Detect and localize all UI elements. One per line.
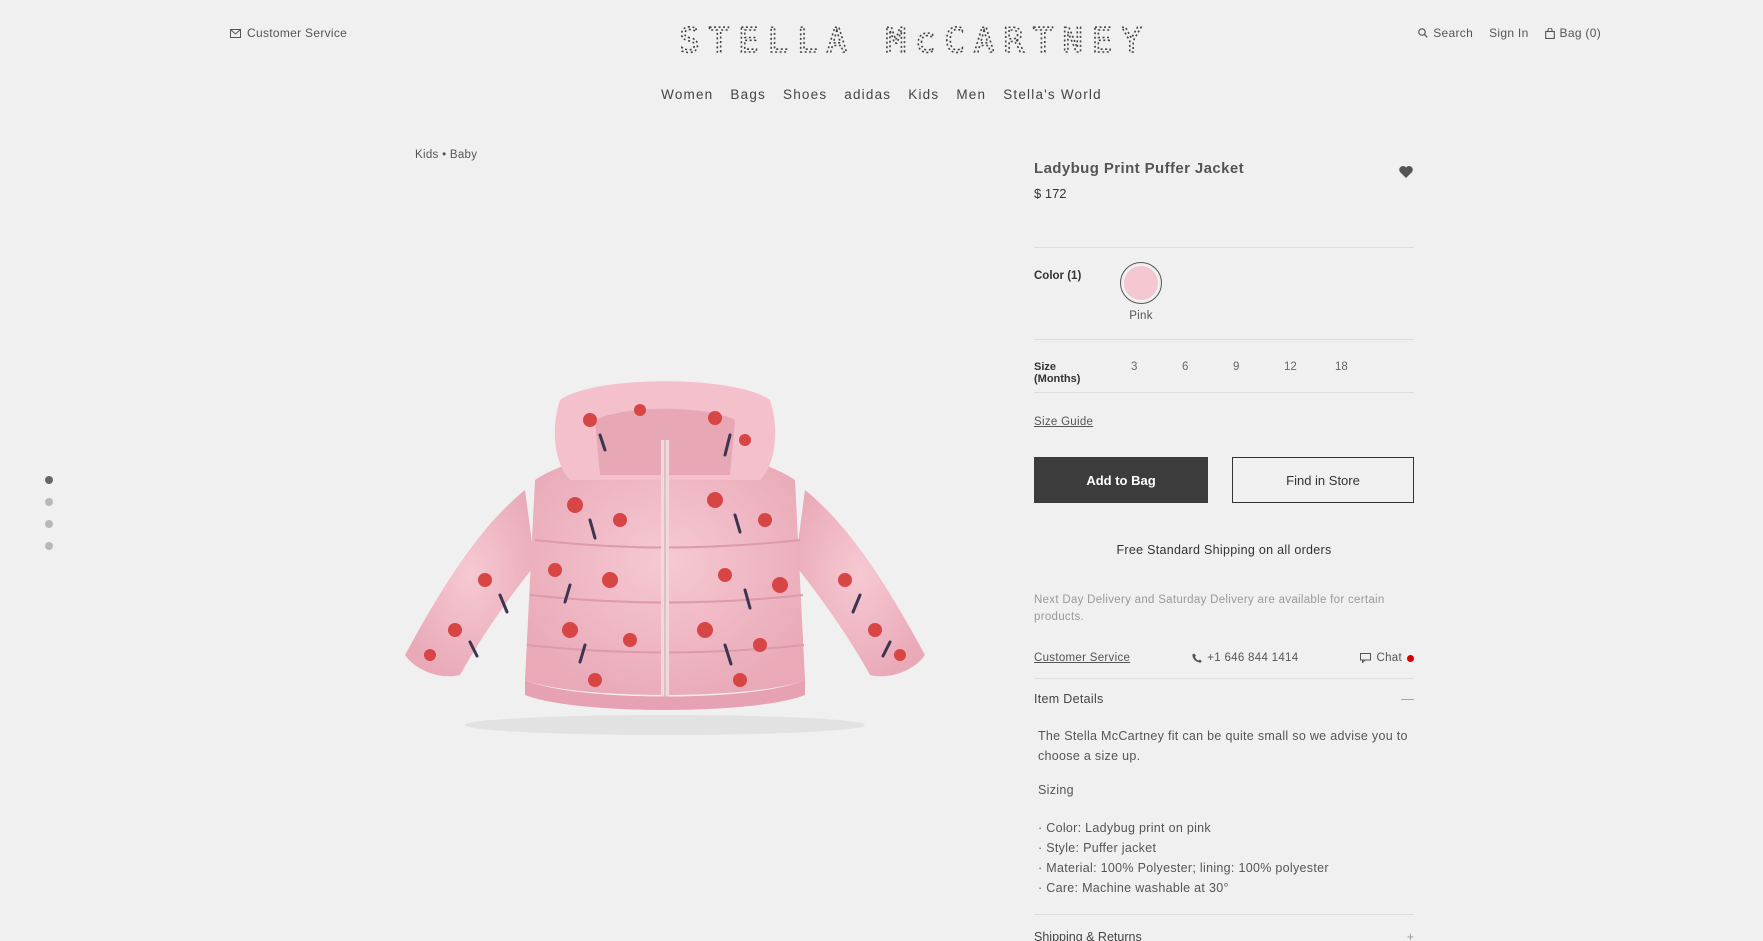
customer-service-label: Customer Service — [247, 26, 348, 40]
bag-label: Bag (0) — [1559, 26, 1601, 40]
product-title: Ladybug Print Puffer Jacket — [1034, 160, 1245, 177]
feature-material: · Material: 100% Polyester; lining: 100%… — [1038, 861, 1329, 875]
carousel-dot-3[interactable] — [45, 520, 53, 528]
mail-icon — [230, 28, 241, 38]
chat-status-dot — [1406, 654, 1414, 662]
size-option-3[interactable]: 3 — [1131, 361, 1182, 373]
carousel-dot-1[interactable] — [45, 476, 53, 484]
item-details-title: Item Details — [1034, 692, 1104, 706]
divider — [1034, 247, 1414, 248]
chat-label: Chat — [1376, 652, 1402, 664]
free-shipping-text: Free Standard Shipping on all orders — [1116, 543, 1332, 557]
product-panel: Ladybug Print Puffer Jacket $ 172 Color … — [1034, 160, 1414, 941]
phone-icon — [1192, 653, 1203, 663]
item-details-toggle[interactable]: Item Details — — [1034, 692, 1414, 706]
divider — [1034, 914, 1414, 915]
size-option-6[interactable]: 6 — [1182, 361, 1233, 373]
nav-item-kids[interactable]: Kids — [908, 87, 939, 102]
product-price: $ 172 — [1034, 186, 1067, 201]
divider — [1034, 678, 1414, 679]
color-swatch-circle[interactable] — [1120, 262, 1162, 304]
divider — [1034, 339, 1414, 340]
nav-item-bags[interactable]: Bags — [730, 87, 766, 102]
size-option-9[interactable]: 9 — [1233, 361, 1284, 373]
color-swatch-fill — [1124, 266, 1158, 300]
size-option-18[interactable]: 18 — [1335, 361, 1386, 373]
shipping-returns-title: Shipping & Returns — [1034, 930, 1142, 941]
search-icon — [1418, 28, 1429, 38]
feature-care: · Care: Machine washable at 30° — [1038, 881, 1229, 895]
nav-item-shoes[interactable]: Shoes — [783, 87, 827, 102]
carousel-dot-4[interactable] — [45, 542, 53, 550]
bag-icon — [1544, 27, 1555, 39]
phone-link[interactable]: +1 646 844 1414 — [1192, 652, 1298, 664]
search-link[interactable]: Search — [1418, 26, 1473, 40]
feature-color: · Color: Ladybug print on pink — [1038, 821, 1211, 835]
nav-item-stellas-world[interactable]: Stella's World — [1003, 87, 1102, 102]
fit-note: The Stella McCartney fit can be quite sm… — [1038, 729, 1408, 763]
item-details-body: The Stella McCartney fit can be quite sm… — [1038, 726, 1410, 898]
bag-link[interactable]: Bag (0) — [1544, 26, 1601, 40]
shipping-returns-toggle[interactable]: Shipping & Returns + — [1034, 930, 1414, 941]
phone-number: +1 646 844 1414 — [1207, 652, 1299, 664]
nav-item-men[interactable]: Men — [956, 87, 986, 102]
sizing-heading: Sizing — [1038, 783, 1074, 797]
customer-service-link-panel[interactable]: Customer Service — [1034, 652, 1130, 664]
image-carousel-dots — [45, 476, 53, 550]
color-selector: Color (1) Pink — [1034, 262, 1414, 322]
chat-icon — [1360, 653, 1372, 663]
search-label: Search — [1433, 26, 1474, 40]
expand-icon: + — [1406, 930, 1414, 941]
feature-style: · Style: Puffer jacket — [1038, 841, 1157, 855]
nav-item-women[interactable]: Women — [661, 87, 713, 102]
feature-list: · Color: Ladybug print on pink · Style: … — [1038, 818, 1410, 898]
color-swatch-label: Pink — [1129, 310, 1153, 322]
heart-icon[interactable] — [1398, 164, 1414, 180]
color-label: Color (1) — [1034, 270, 1082, 282]
delivery-note: Next Day Delivery and Saturday Delivery … — [1034, 594, 1385, 623]
brand-logo-text: STELLA McCARTNEY — [679, 22, 1151, 58]
sign-in-label: Sign In — [1489, 26, 1529, 40]
size-option-12[interactable]: 12 — [1284, 361, 1335, 373]
nav-item-adidas[interactable]: adidas — [844, 87, 891, 102]
collapse-icon: — — [1401, 692, 1414, 706]
customer-service-link[interactable]: Customer Service — [230, 26, 347, 40]
add-to-bag-button[interactable]: Add to Bag — [1034, 457, 1208, 503]
size-guide-link[interactable]: Size Guide — [1034, 416, 1093, 428]
divider — [1034, 392, 1414, 393]
find-in-store-button[interactable]: Find in Store — [1232, 457, 1414, 503]
size-selector: Size (Months) 3 6 9 12 18 — [1034, 361, 1414, 385]
breadcrumb[interactable]: Kids • Baby — [415, 149, 477, 161]
sign-in-link[interactable]: Sign In — [1489, 26, 1528, 40]
carousel-dot-2[interactable] — [45, 498, 53, 506]
main-nav: Women Bags Shoes adidas Kids Men Stella'… — [0, 87, 1763, 102]
color-swatch-pink[interactable]: Pink — [1118, 262, 1164, 322]
product-image[interactable] — [395, 380, 935, 740]
brand-logo[interactable]: STELLA McCARTNEY — [645, 22, 1185, 58]
chat-link[interactable]: Chat — [1360, 652, 1414, 664]
